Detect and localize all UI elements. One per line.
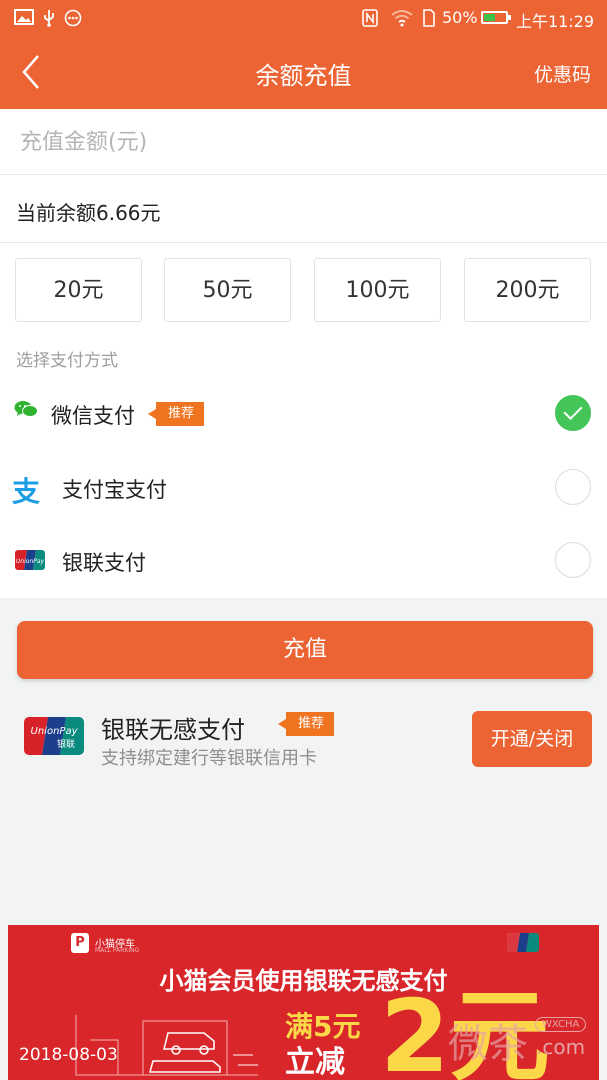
recommend-badge: 推荐 bbox=[147, 402, 205, 426]
status-bar: 50% 上午11:29 bbox=[0, 0, 607, 36]
wifi-icon bbox=[391, 9, 413, 31]
coupon-code-button[interactable]: 优惠码 bbox=[534, 60, 591, 87]
payment-option-label: 银联支付 bbox=[62, 551, 146, 575]
payment-option-wechat[interactable]: 微信支付 推荐 bbox=[0, 378, 607, 450]
more-icon bbox=[64, 9, 82, 31]
preset-amount-20[interactable]: 20元 bbox=[15, 258, 142, 322]
sim-icon bbox=[423, 9, 435, 31]
gallery-icon bbox=[14, 9, 34, 29]
banner-discount-label: 立减 bbox=[285, 1045, 345, 1080]
unionpay-logo-cn: 银联 bbox=[57, 738, 75, 750]
clock: 上午11:29 bbox=[516, 12, 595, 31]
battery-icon bbox=[481, 11, 511, 24]
amount-row bbox=[0, 109, 607, 175]
page-title: 余额充值 bbox=[255, 62, 352, 90]
preset-amount-100[interactable]: 100元 bbox=[314, 258, 441, 322]
alipay-icon: 支 bbox=[12, 475, 41, 508]
unionpay-logo-text: UnionPay bbox=[31, 726, 79, 737]
payment-option-label: 微信支付 bbox=[51, 404, 135, 428]
watermark-badge: WXCHA bbox=[535, 1017, 587, 1032]
parking-logo-icon: P bbox=[71, 933, 89, 953]
wechat-icon bbox=[14, 401, 38, 417]
unionpay-icon bbox=[507, 933, 539, 952]
nfc-icon bbox=[362, 9, 378, 31]
payment-option-alipay[interactable]: 支 支付宝支付 bbox=[0, 452, 607, 524]
radio-icon[interactable] bbox=[555, 542, 591, 578]
watermark: 微茶 bbox=[448, 1021, 528, 1067]
battery-percent: 50% bbox=[442, 8, 478, 27]
amount-input[interactable] bbox=[18, 123, 582, 161]
watermark-sub: .com bbox=[536, 1035, 586, 1059]
preset-amount-200[interactable]: 200元 bbox=[464, 258, 591, 322]
unionpay-logo: UnionPay 银联 bbox=[24, 717, 84, 755]
unionpay-nosense-subtitle: 支持绑定建行等银联信用卡 bbox=[101, 748, 317, 769]
unionpay-logo-text: UnionPay bbox=[16, 558, 45, 565]
banner-brand-sub: MALL PARKING bbox=[95, 947, 140, 954]
unionpay-nosense-title: 银联无感支付 bbox=[101, 716, 245, 744]
unionpay-icon: UnionPay bbox=[15, 550, 45, 570]
radio-icon[interactable] bbox=[555, 469, 591, 505]
payment-option-label: 支付宝支付 bbox=[62, 478, 167, 502]
payment-section-label: 选择支付方式 bbox=[16, 351, 118, 371]
recommend-badge: 推荐 bbox=[277, 712, 335, 736]
promo-banner[interactable]: P 小猫停车 MALL PARKING 小猫会员使用银联无感支付 满5元 立减 … bbox=[8, 925, 599, 1080]
preset-amount-50[interactable]: 50元 bbox=[164, 258, 291, 322]
radio-checked-icon[interactable] bbox=[555, 395, 591, 431]
usb-icon bbox=[42, 9, 56, 31]
charge-button[interactable]: 充值 bbox=[17, 621, 593, 679]
app-header: 余额充值 优惠码 bbox=[0, 36, 607, 109]
enable-disable-button[interactable]: 开通/关闭 bbox=[472, 711, 592, 767]
banner-date: 2018-08-03 bbox=[19, 1045, 118, 1065]
current-balance: 当前余额6.66元 bbox=[16, 201, 161, 225]
payment-option-unionpay[interactable]: UnionPay 银联支付 bbox=[0, 525, 607, 597]
balance-row: 当前余额6.66元 bbox=[0, 175, 607, 243]
